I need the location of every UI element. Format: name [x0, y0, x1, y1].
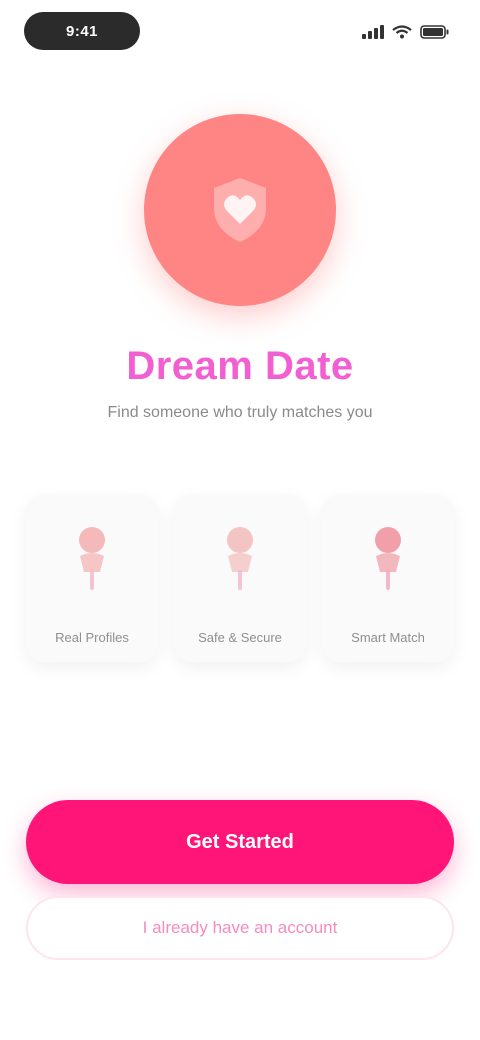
login-button[interactable]: I already have an account	[26, 896, 454, 960]
status-bar: 9:41	[0, 10, 480, 54]
get-started-button[interactable]: Get Started	[26, 800, 454, 884]
app-title: Dream Date	[126, 344, 354, 388]
wifi-icon	[392, 25, 412, 39]
feature-label: Real Profiles	[55, 630, 129, 645]
status-icons	[362, 22, 450, 42]
app-subtitle: Find someone who truly matches you	[107, 404, 373, 421]
feature-label: Smart Match	[351, 630, 425, 645]
person-pin-icon	[214, 524, 266, 594]
signal-bars-icon	[362, 25, 384, 39]
feature-card-safety: Safe & Secure	[174, 494, 306, 662]
welcome-screen: 9:41 Dream Date Find someone who truly m…	[0, 0, 480, 1040]
status-time: 9:41	[24, 12, 140, 50]
person-pin-icon	[362, 524, 414, 594]
feature-list: Real Profiles Safe & Secure Smart Match	[26, 494, 454, 662]
feature-label: Safe & Secure	[198, 630, 282, 645]
heart-shield-icon	[208, 174, 272, 246]
feature-card-profiles: Real Profiles	[26, 494, 158, 662]
feature-card-matching: Smart Match	[322, 494, 454, 662]
battery-icon	[420, 25, 450, 39]
hero-badge	[144, 114, 336, 306]
person-pin-icon	[66, 524, 118, 594]
